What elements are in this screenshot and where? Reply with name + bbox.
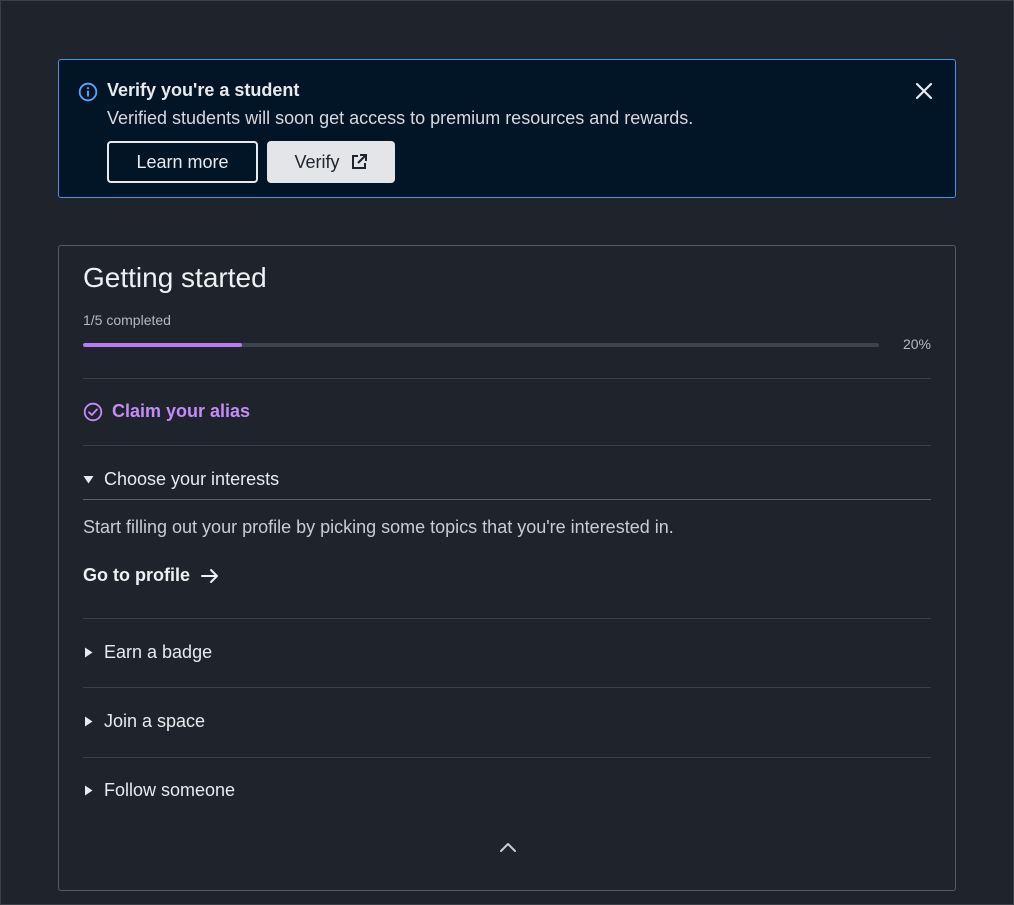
caret-down-icon [83, 476, 94, 484]
caret-right-icon [85, 716, 93, 727]
info-icon [78, 82, 98, 102]
task-choose-interests[interactable]: Choose your interests [83, 469, 279, 490]
task-earn-badge[interactable]: Earn a badge [83, 642, 212, 663]
task-description: Start filling out your profile by pickin… [83, 517, 674, 537]
divider [83, 618, 931, 619]
caret-right-icon [85, 785, 93, 796]
task-label: Earn a badge [104, 642, 213, 662]
task-label: Choose your interests [104, 469, 280, 489]
close-icon[interactable] [913, 80, 935, 102]
learn-more-label: Learn more [136, 151, 229, 172]
divider [83, 499, 931, 500]
verify-label: Verify [294, 151, 340, 172]
card-title: Getting started [83, 262, 267, 293]
task-label: Follow someone [104, 780, 236, 800]
divider [83, 687, 931, 688]
divider [83, 378, 931, 379]
task-join-space[interactable]: Join a space [83, 711, 205, 732]
task-follow-someone[interactable]: Follow someone [83, 780, 235, 801]
go-to-profile-label: Go to profile [83, 565, 190, 585]
getting-started-card: Getting started 1/5 completed 20% Claim … [58, 245, 956, 891]
caret-right-icon [85, 647, 93, 658]
banner-title: Verify you're a student [107, 80, 300, 100]
task-claim-alias[interactable]: Claim your alias [83, 401, 250, 422]
check-circle-icon [83, 402, 103, 421]
go-to-profile-link[interactable]: Go to profile [83, 565, 220, 586]
learn-more-button[interactable]: Learn more [107, 141, 258, 183]
progress-percent: 20% [902, 336, 931, 352]
progress-bar [83, 343, 879, 347]
external-link-icon [351, 154, 367, 169]
task-label: Claim your alias [112, 401, 251, 421]
progress-bar-fill [83, 343, 243, 347]
progress-label: 1/5 completed [83, 312, 171, 328]
chevron-up-icon[interactable] [497, 838, 519, 856]
banner-text: Verified students will soon get access t… [107, 108, 694, 128]
verify-button[interactable]: Verify [267, 141, 395, 183]
task-label: Join a space [104, 711, 206, 731]
divider [83, 445, 931, 446]
student-verify-banner: Verify you're a student Verified student… [58, 59, 956, 198]
arrow-right-icon [201, 568, 218, 583]
divider [83, 757, 931, 758]
